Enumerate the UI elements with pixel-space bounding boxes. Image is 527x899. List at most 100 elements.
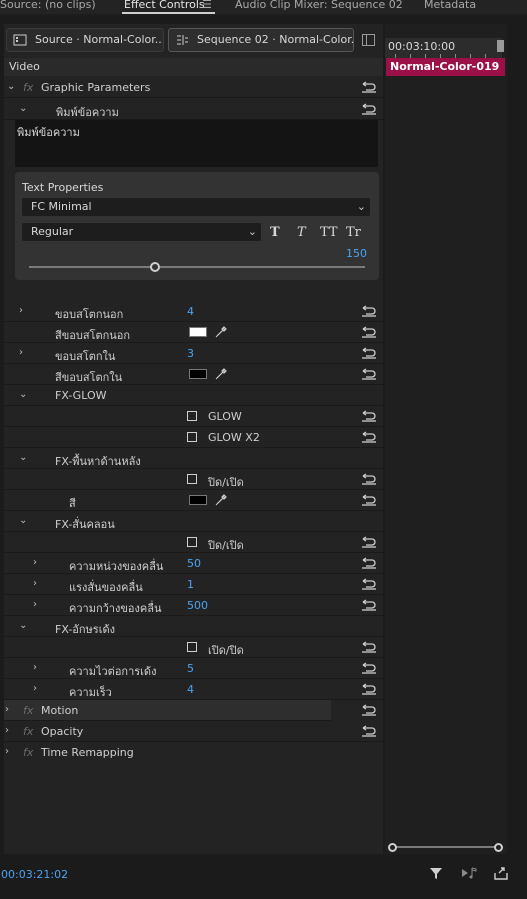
background-toggle-row[interactable]: ปิด/เปิด [4, 469, 383, 490]
export-icon[interactable] [493, 865, 509, 881]
outer-stroke-color-row[interactable]: สีขอบสโตกนอก [4, 322, 383, 343]
timeline-zoom-scrollbar[interactable] [388, 843, 503, 852]
bounce-toggle-checkbox[interactable] [187, 642, 197, 652]
tab-menu-icon[interactable]: ☰ [202, 0, 212, 11]
glow-x2-checkbox[interactable] [187, 432, 197, 442]
reset-icon[interactable] [361, 473, 377, 485]
timeline-clip[interactable]: Normal-Color-019 [386, 58, 505, 76]
fx-icon[interactable]: fx [23, 704, 33, 717]
font-size-slider-knob[interactable] [150, 262, 160, 272]
graphic-parameters-row[interactable]: ⌄ fx Graphic Parameters [4, 77, 383, 98]
reset-icon[interactable] [361, 326, 377, 338]
speed-value[interactable]: 4 [187, 683, 194, 696]
wave-delay-row[interactable]: › ความหน่วงของคลื่น 50 [4, 553, 383, 574]
font-family-dropdown[interactable]: FC Minimal ⌄ [22, 198, 370, 216]
reset-icon[interactable] [361, 410, 377, 422]
outer-stroke-color-swatch[interactable] [189, 327, 207, 337]
wave-width-value[interactable]: 500 [187, 599, 208, 612]
scrollbar-right-handle[interactable] [494, 843, 503, 852]
wave-strength-row[interactable]: › แรงสั่นของคลื่น 1 [4, 574, 383, 595]
reset-icon[interactable] [361, 683, 377, 695]
shake-toggle-row[interactable]: ปิด/เปิด [4, 532, 383, 553]
fx-icon[interactable]: fx [23, 725, 33, 738]
glow-checkbox[interactable] [187, 411, 197, 421]
chevron-down-icon[interactable]: ⌄ [7, 81, 17, 93]
outer-stroke-value[interactable]: 4 [187, 305, 194, 318]
scrollbar-left-handle[interactable] [388, 843, 397, 852]
bounce-delay-row[interactable]: › ความไวต่อการเด้ง 5 [4, 658, 383, 679]
reset-icon[interactable] [361, 368, 377, 380]
chevron-down-icon[interactable]: ⌄ [19, 103, 29, 115]
chevron-right-icon[interactable]: › [33, 599, 43, 611]
inner-stroke-color-swatch[interactable] [189, 369, 207, 379]
background-color-swatch[interactable] [189, 495, 207, 505]
reset-icon[interactable] [361, 494, 377, 506]
motion-effect-row[interactable]: › fx Motion [4, 700, 331, 721]
source-clip-tab[interactable]: Source · Normal-Color... [6, 28, 164, 52]
shake-toggle-checkbox[interactable] [187, 537, 197, 547]
sequence-clip-tab[interactable]: Sequence 02 · Normal-Color... [168, 28, 354, 52]
tab-effect-controls[interactable]: Effect Controls [124, 0, 205, 11]
reset-icon[interactable] [361, 347, 377, 359]
font-style-dropdown[interactable]: Regular ⌄ [22, 223, 261, 241]
wave-width-row[interactable]: › ความกว้างของคลื่น 500 [4, 595, 383, 616]
current-timecode[interactable]: 00:03:21:02 [1, 868, 68, 881]
outer-stroke-row[interactable]: › ขอบสโตกนอก 4 [4, 301, 383, 322]
chevron-right-icon[interactable]: › [19, 347, 29, 359]
chevron-right-icon[interactable]: › [33, 557, 43, 569]
fx-glow-group[interactable]: ⌄ FX-GLOW [4, 385, 383, 406]
tab-source[interactable]: Source: (no clips) [0, 0, 96, 11]
chevron-right-icon[interactable]: › [5, 746, 15, 758]
reset-icon[interactable] [361, 641, 377, 653]
time-remapping-effect-row[interactable]: › fx Time Remapping [4, 742, 383, 763]
reset-icon[interactable] [361, 704, 377, 716]
inner-stroke-color-row[interactable]: สีขอบสโตกใน [4, 364, 383, 385]
reset-icon[interactable] [361, 662, 377, 674]
reset-icon[interactable] [361, 81, 377, 93]
fx-background-group[interactable]: ⌄ FX-พื้นหาด้านหลัง [4, 448, 383, 469]
chevron-right-icon[interactable]: › [5, 725, 15, 737]
filter-icon[interactable] [428, 865, 444, 881]
tab-metadata[interactable]: Metadata [424, 0, 476, 11]
chevron-right-icon[interactable]: › [19, 305, 29, 317]
playhead-handle[interactable] [497, 40, 504, 52]
reset-icon[interactable] [361, 103, 377, 115]
chevron-down-icon[interactable]: ⌄ [19, 515, 29, 527]
fx-bounce-group[interactable]: ⌄ FX-อักษรเด้ง [4, 616, 383, 637]
inner-stroke-value[interactable]: 3 [187, 347, 194, 360]
background-color-row[interactable]: สี [4, 490, 383, 511]
eyedropper-icon[interactable] [214, 493, 228, 507]
wave-delay-value[interactable]: 50 [187, 557, 201, 570]
toggle-timeline-icon[interactable] [362, 34, 375, 46]
reset-icon[interactable] [361, 305, 377, 317]
bounce-toggle-row[interactable]: เปิด/ปิด [4, 637, 383, 658]
font-size-value[interactable]: 150 [346, 247, 367, 260]
chevron-down-icon[interactable]: ⌄ [19, 620, 29, 632]
tab-audio-clip-mixer[interactable]: Audio Clip Mixer: Sequence 02 [235, 0, 403, 11]
background-toggle-checkbox[interactable] [187, 474, 197, 484]
play-audio-icon[interactable] [460, 865, 477, 881]
chevron-down-icon[interactable]: ⌄ [19, 452, 29, 464]
all-caps-button[interactable]: TT [320, 225, 338, 240]
chevron-right-icon[interactable]: › [33, 578, 43, 590]
speed-row[interactable]: › ความเร็ว 4 [4, 679, 383, 700]
small-caps-button[interactable]: Tr [346, 225, 361, 240]
eyedropper-icon[interactable] [214, 367, 228, 381]
source-text-input[interactable]: พิมพ์ข้อความ [15, 120, 378, 167]
reset-icon[interactable] [361, 725, 377, 737]
fx-shake-group[interactable]: ⌄ FX-สั่นคลอน [4, 511, 383, 532]
glow-row[interactable]: GLOW [4, 406, 383, 427]
opacity-effect-row[interactable]: › fx Opacity [4, 721, 383, 742]
wave-strength-value[interactable]: 1 [187, 578, 194, 591]
reset-icon[interactable] [361, 578, 377, 590]
glow-x2-row[interactable]: GLOW X2 [4, 427, 383, 448]
faux-bold-button[interactable]: T [270, 225, 280, 240]
reset-icon[interactable] [361, 599, 377, 611]
reset-icon[interactable] [361, 536, 377, 548]
chevron-down-icon[interactable]: ⌄ [19, 389, 29, 401]
bounce-delay-value[interactable]: 5 [187, 662, 194, 675]
faux-italic-button[interactable]: T [297, 225, 306, 240]
chevron-right-icon[interactable]: › [33, 683, 43, 695]
chevron-right-icon[interactable]: › [5, 704, 15, 716]
text-layer-row[interactable]: ⌄ พิมพ์ข้อความ [4, 99, 383, 120]
